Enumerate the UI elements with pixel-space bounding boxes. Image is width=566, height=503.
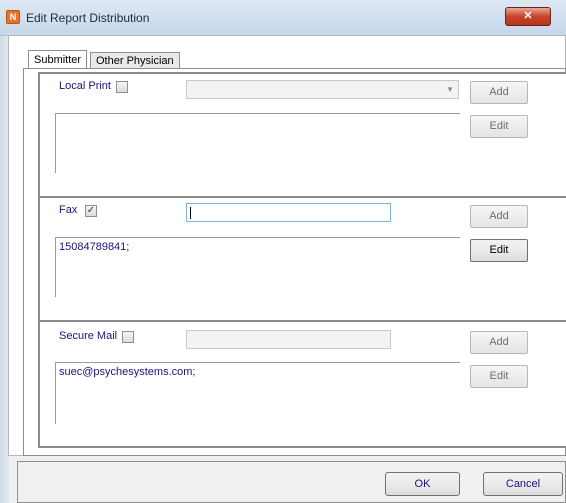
fax-section: Fax ✓ 15084789841; Add Edit	[38, 196, 566, 322]
checkmark-icon: ✓	[86, 205, 96, 216]
secure-mail-label: Secure Mail	[59, 330, 118, 342]
tab-submitter[interactable]: Submitter	[28, 50, 88, 68]
fax-add-button[interactable]: Add	[470, 205, 528, 228]
cancel-button[interactable]: Cancel	[483, 472, 563, 496]
secure-mail-add-button[interactable]: Add	[470, 331, 528, 354]
fax-checkbox[interactable]: ✓	[85, 205, 97, 217]
close-button[interactable]: ✕	[505, 7, 551, 26]
secure-mail-checkbox[interactable]	[122, 331, 134, 343]
app-logo-icon: N	[6, 10, 20, 24]
fax-list-item[interactable]: 15084789841;	[59, 241, 129, 253]
fax-list[interactable]: 15084789841;	[55, 237, 460, 297]
local-print-printer-select[interactable]: ▼	[186, 80, 459, 99]
secure-mail-section: Secure Mail suec@psychesystems.com; Add …	[38, 320, 566, 448]
secure-mail-input[interactable]	[186, 330, 391, 349]
local-print-label: Local Print	[59, 80, 111, 92]
tab-other-physician[interactable]: Other Physician	[90, 52, 180, 68]
close-icon: ✕	[523, 10, 533, 22]
chevron-down-icon: ▼	[446, 85, 454, 94]
fax-label: Fax	[59, 204, 78, 216]
secure-mail-list[interactable]: suec@psychesystems.com;	[55, 362, 460, 424]
local-print-list[interactable]	[55, 113, 460, 173]
text-caret	[190, 207, 191, 219]
local-print-checkbox[interactable]	[116, 81, 128, 93]
fax-edit-button[interactable]: Edit	[470, 239, 528, 262]
title-bar[interactable]: N Edit Report Distribution ✕	[0, 0, 566, 36]
local-print-section: Local Print ▼ Add Edit	[38, 72, 566, 198]
secure-mail-edit-button[interactable]: Edit	[470, 365, 528, 388]
window-title: Edit Report Distribution	[26, 11, 150, 25]
local-print-edit-button[interactable]: Edit	[470, 115, 528, 138]
ok-button[interactable]: OK	[385, 472, 460, 496]
fax-number-input[interactable]	[186, 203, 391, 222]
secure-mail-list-item[interactable]: suec@psychesystems.com;	[59, 366, 196, 378]
local-print-add-button[interactable]: Add	[470, 81, 528, 104]
